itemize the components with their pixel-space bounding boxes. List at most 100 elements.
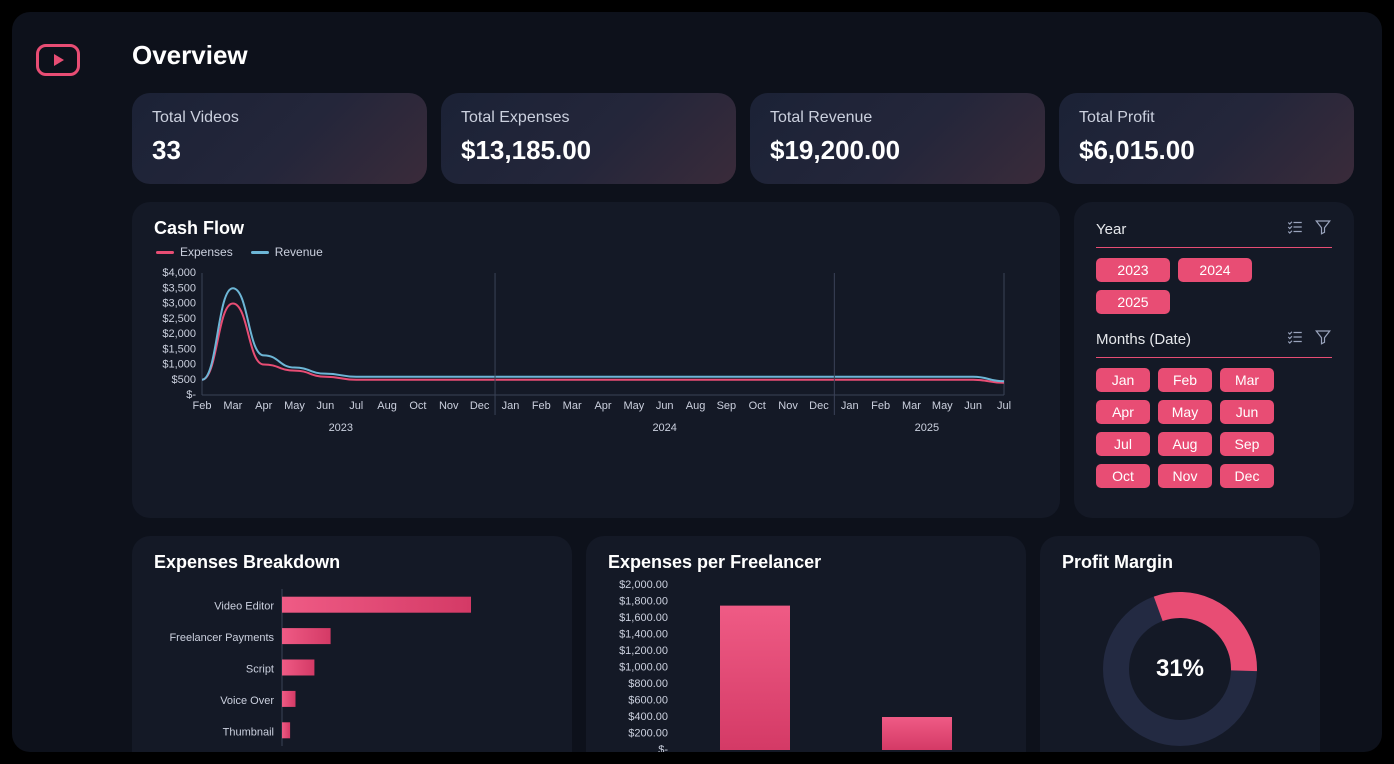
filter-title: Year — [1096, 221, 1126, 238]
svg-text:Dec: Dec — [809, 400, 829, 412]
svg-text:Sep: Sep — [717, 400, 737, 412]
year-chip-2024[interactable]: 2024 — [1178, 258, 1252, 282]
month-chip-sep[interactable]: Sep — [1220, 432, 1274, 456]
svg-text:Thumbnail: Thumbnail — [223, 726, 274, 738]
filter-title: Months (Date) — [1096, 331, 1191, 348]
kpi-total-expenses: Total Expenses $13,185.00 — [441, 93, 736, 184]
cashflow-card: Cash Flow Expenses Revenue $-$500$1,000$… — [132, 202, 1060, 518]
month-chip-jan[interactable]: Jan — [1096, 368, 1150, 392]
kpi-row: Total Videos 33 Total Expenses $13,185.0… — [132, 93, 1354, 184]
kpi-label: Total Revenue — [770, 109, 1025, 127]
month-chip-oct[interactable]: Oct — [1096, 464, 1150, 488]
svg-text:$2,000: $2,000 — [162, 328, 196, 340]
svg-text:$2,500: $2,500 — [162, 313, 196, 325]
svg-text:Jun: Jun — [656, 400, 674, 412]
svg-text:$500: $500 — [172, 374, 196, 386]
cashflow-chart[interactable]: $-$500$1,000$1,500$2,000$2,500$3,000$3,5… — [154, 265, 1014, 445]
svg-text:Script: Script — [246, 664, 274, 676]
svg-text:Apr: Apr — [255, 400, 272, 412]
svg-text:Oct: Oct — [409, 400, 426, 412]
page-title: Overview — [132, 40, 1354, 71]
svg-text:2023: 2023 — [329, 422, 353, 434]
breakdown-chart[interactable]: Video Editor Freelancer Payments Script Voi… — [154, 579, 564, 752]
svg-text:May: May — [623, 400, 644, 412]
month-chip-mar[interactable]: Mar — [1220, 368, 1274, 392]
month-chip-feb[interactable]: Feb — [1158, 368, 1212, 392]
svg-text:Feb: Feb — [193, 400, 212, 412]
svg-text:Oct: Oct — [749, 400, 766, 412]
svg-text:Dec: Dec — [470, 400, 490, 412]
month-chip-apr[interactable]: Apr — [1096, 400, 1150, 424]
kpi-label: Total Profit — [1079, 109, 1334, 127]
youtube-icon[interactable] — [36, 44, 80, 76]
svg-text:Voice Over: Voice Over — [220, 695, 274, 707]
perfreelancer-card: Expenses per Freelancer $- $200.00 $400.00… — [586, 536, 1026, 752]
svg-text:Video Editor: Video Editor — [214, 601, 274, 613]
svg-text:$200.00: $200.00 — [628, 728, 668, 740]
year-chip-2023[interactable]: 2023 — [1096, 258, 1170, 282]
breakdown-card: Expenses Breakdown Video EditorFreelance… — [132, 536, 572, 752]
kpi-value: $6,015.00 — [1079, 135, 1334, 166]
main-content: Overview Total Videos 33 Total Expenses … — [104, 12, 1382, 752]
svg-text:2024: 2024 — [652, 422, 676, 434]
profit-value: 31% — [1156, 655, 1204, 683]
filter-icon[interactable] — [1314, 328, 1332, 351]
svg-text:Jun: Jun — [317, 400, 335, 412]
svg-text:Aug: Aug — [686, 400, 706, 412]
month-chip-jul[interactable]: Jul — [1096, 432, 1150, 456]
kpi-total-videos: Total Videos 33 — [132, 93, 427, 184]
month-chip-jun[interactable]: Jun — [1220, 400, 1274, 424]
months-filter: Months (Date) Jan Feb Mar Apr May Jun Jul Aug Se… — [1096, 328, 1332, 488]
legend-expenses: Expenses — [156, 245, 233, 259]
svg-text:Jan: Jan — [502, 400, 520, 412]
svg-text:Feb: Feb — [532, 400, 551, 412]
profit-card: Profit Margin 31% — [1040, 536, 1320, 752]
svg-text:Mar: Mar — [563, 400, 582, 412]
svg-text:Mar: Mar — [223, 400, 242, 412]
kpi-value: 33 — [152, 135, 407, 166]
checklist-icon[interactable] — [1286, 328, 1304, 351]
month-chip-aug[interactable]: Aug — [1158, 432, 1212, 456]
month-chip-may[interactable]: May — [1158, 400, 1212, 424]
svg-text:$1,400.00: $1,400.00 — [619, 629, 668, 641]
perfreelancer-chart[interactable]: $-$200.00$400.00$600.00$800.00$1,000.00$… — [608, 579, 1018, 752]
svg-text:$-: $- — [658, 744, 668, 752]
filter-icon[interactable] — [1314, 218, 1332, 241]
month-chip-dec[interactable]: Dec — [1220, 464, 1274, 488]
svg-text:$1,800.00: $1,800.00 — [619, 596, 668, 608]
month-chip-nov[interactable]: Nov — [1158, 464, 1212, 488]
svg-text:$1,000.00: $1,000.00 — [619, 662, 668, 674]
svg-text:$1,500: $1,500 — [162, 343, 196, 355]
checklist-icon[interactable] — [1286, 218, 1304, 241]
filters-panel: Year 2023 2024 2025 Months (Date) — [1074, 202, 1354, 518]
chart-title: Cash Flow — [154, 218, 1038, 239]
chart-title: Expenses per Freelancer — [608, 552, 1004, 573]
svg-text:2025: 2025 — [915, 422, 939, 434]
kpi-total-revenue: Total Revenue $19,200.00 — [750, 93, 1045, 184]
svg-text:May: May — [932, 400, 953, 412]
kpi-value: $19,200.00 — [770, 135, 1025, 166]
svg-text:$1,600.00: $1,600.00 — [619, 612, 668, 624]
svg-text:$1,200.00: $1,200.00 — [619, 645, 668, 657]
svg-text:Aug: Aug — [377, 400, 397, 412]
sidebar — [12, 12, 104, 752]
svg-text:Nov: Nov — [778, 400, 798, 412]
chart-title: Profit Margin — [1062, 552, 1298, 573]
chart-legend: Expenses Revenue — [156, 245, 1038, 259]
svg-text:May: May — [284, 400, 305, 412]
svg-text:Apr: Apr — [594, 400, 611, 412]
svg-text:Mar: Mar — [902, 400, 921, 412]
svg-text:Jun: Jun — [964, 400, 982, 412]
svg-text:Jul: Jul — [349, 400, 363, 412]
year-filter: Year 2023 2024 2025 — [1096, 218, 1332, 314]
svg-text:$1,000: $1,000 — [162, 359, 196, 371]
svg-text:Freelancer Payments: Freelancer Payments — [169, 632, 274, 644]
year-chip-2025[interactable]: 2025 — [1096, 290, 1170, 314]
svg-text:$400.00: $400.00 — [628, 711, 668, 723]
kpi-total-profit: Total Profit $6,015.00 — [1059, 93, 1354, 184]
svg-text:Nov: Nov — [439, 400, 459, 412]
svg-text:Jan: Jan — [841, 400, 859, 412]
kpi-value: $13,185.00 — [461, 135, 716, 166]
svg-text:$3,000: $3,000 — [162, 298, 196, 310]
legend-revenue: Revenue — [251, 245, 323, 259]
